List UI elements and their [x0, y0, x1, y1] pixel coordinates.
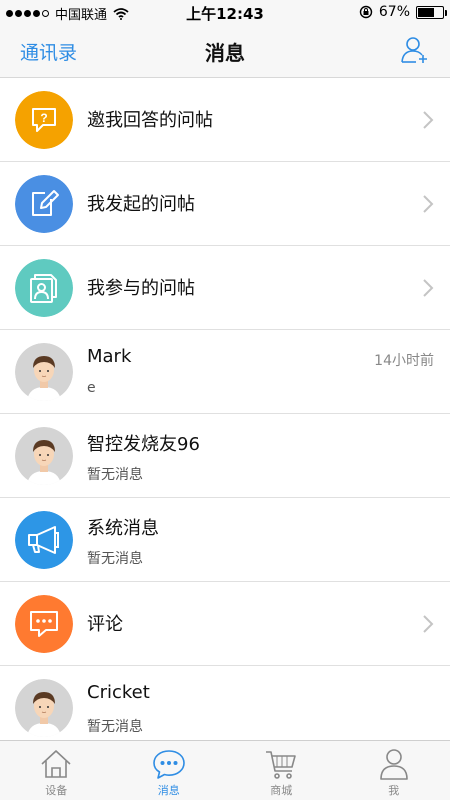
avatar — [15, 427, 73, 485]
list-item-title: 评论 — [87, 614, 123, 635]
tab-me[interactable]: 我 — [338, 741, 450, 800]
battery-area: 67% — [359, 4, 447, 20]
tab-label: 商城 — [270, 784, 293, 797]
list-item-preview: 暂无消息 — [87, 467, 143, 483]
avatar — [15, 679, 73, 737]
rotation-lock-icon — [359, 5, 373, 19]
list-item-my-questions[interactable]: 我发起的问帖 — [0, 162, 450, 246]
comment-bubble-icon — [15, 595, 73, 653]
tab-bar: 设备 消息 商城 我 — [0, 740, 450, 800]
message-list: ? 邀我回答的问帖 我发起的问帖 我参与的问帖 Mark e 14小时前 智控发… — [0, 78, 450, 750]
edit-note-icon — [15, 175, 73, 233]
list-item-title: 我发起的问帖 — [87, 194, 195, 215]
chevron-right-icon — [423, 111, 434, 129]
list-item-time: 14小时前 — [374, 353, 434, 369]
person-icon — [379, 749, 408, 780]
list-item-preview: 暂无消息 — [87, 719, 143, 735]
list-item-contact-cricket[interactable]: Cricket 暂无消息 — [0, 666, 450, 750]
question-bubble-icon: ? — [15, 91, 73, 149]
tab-label: 设备 — [45, 784, 68, 797]
tab-devices[interactable]: 设备 — [0, 741, 113, 800]
battery-percent: 67% — [378, 4, 410, 20]
list-item-title: Mark — [87, 346, 132, 367]
status-bar: 中国联通 上午12:43 67% — [0, 0, 450, 24]
add-friend-icon[interactable] — [400, 35, 430, 65]
list-item-participated-questions[interactable]: 我参与的问帖 — [0, 246, 450, 330]
svg-text:?: ? — [40, 111, 47, 125]
tab-label: 消息 — [157, 784, 180, 797]
list-item-invited-questions[interactable]: ? 邀我回答的问帖 — [0, 78, 450, 162]
list-item-title: 我参与的问帖 — [87, 278, 195, 299]
list-item-contact-mark[interactable]: Mark e 14小时前 — [0, 330, 450, 414]
list-item-title: 智控发烧友96 — [87, 434, 200, 455]
list-item-title: 邀我回答的问帖 — [87, 110, 213, 131]
list-item-title: 系统消息 — [87, 518, 159, 539]
chevron-right-icon — [423, 615, 434, 633]
cart-icon — [266, 751, 297, 779]
chevron-right-icon — [423, 195, 434, 213]
list-item-title: Cricket — [87, 682, 150, 703]
list-item-preview: 暂无消息 — [87, 551, 143, 567]
tab-messages[interactable]: 消息 — [113, 741, 226, 800]
tab-label: 我 — [388, 784, 400, 797]
list-item-system-messages[interactable]: 系统消息 暂无消息 — [0, 498, 450, 582]
chat-bubble-icon — [152, 750, 185, 779]
page-title: 消息 — [205, 41, 245, 65]
list-item-preview: e — [87, 380, 96, 396]
navigation-bar: 通讯录 消息 — [0, 24, 450, 78]
battery-icon — [416, 5, 447, 19]
tab-shop[interactable]: 商城 — [225, 741, 338, 800]
participant-doc-icon — [15, 259, 73, 317]
chevron-right-icon — [423, 279, 434, 297]
home-icon — [41, 750, 71, 778]
avatar — [15, 343, 73, 401]
list-item-comments[interactable]: 评论 — [0, 582, 450, 666]
list-item-contact-fan96[interactable]: 智控发烧友96 暂无消息 — [0, 414, 450, 498]
megaphone-icon — [15, 511, 73, 569]
